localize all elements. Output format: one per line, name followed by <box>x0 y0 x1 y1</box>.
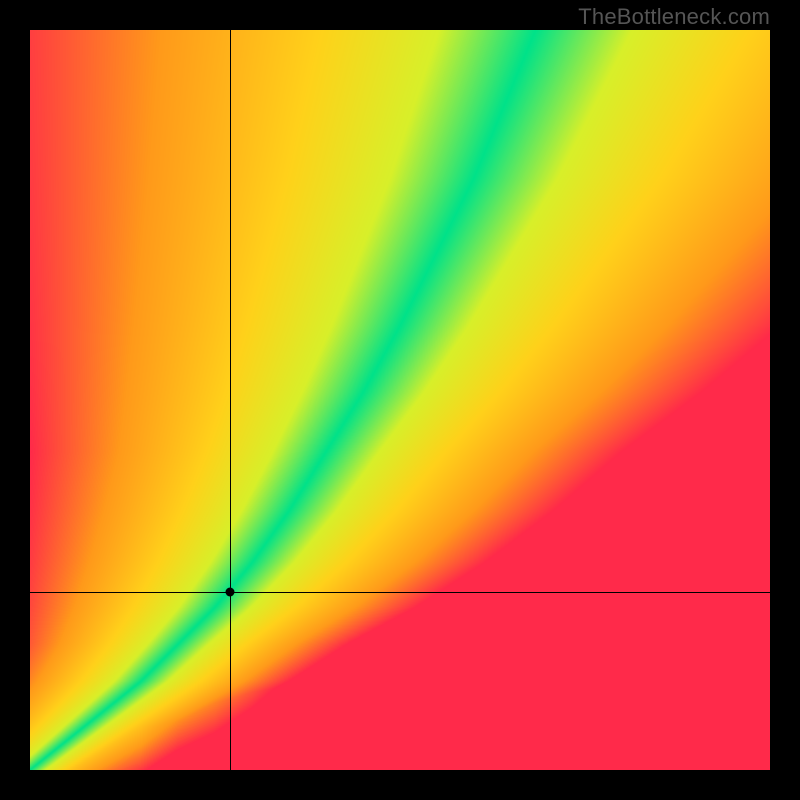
heatmap-plot <box>29 29 771 771</box>
selection-marker <box>225 588 234 597</box>
crosshair-horizontal <box>30 592 770 593</box>
crosshair-vertical <box>230 30 231 770</box>
watermark-text: TheBottleneck.com <box>578 4 770 30</box>
heatmap-canvas <box>30 30 770 770</box>
